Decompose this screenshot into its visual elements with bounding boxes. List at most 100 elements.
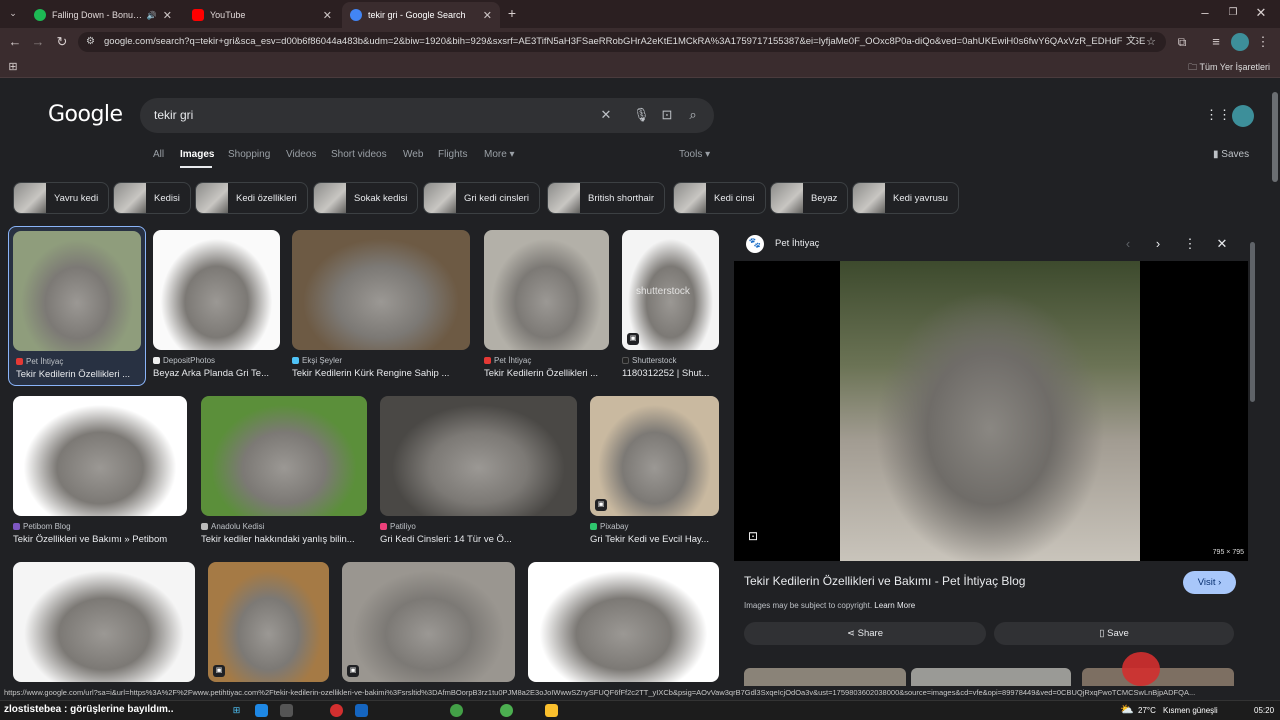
panel-source-name[interactable]: Pet İhtiyaç [775, 238, 819, 249]
tab-images[interactable]: Images [180, 149, 214, 160]
result-card[interactable] [13, 562, 195, 682]
minimize-icon[interactable]: – [1196, 4, 1214, 22]
related-image[interactable] [911, 668, 1071, 686]
opera-icon[interactable] [330, 704, 343, 717]
result-card[interactable]: ▣ Pixabay Gri Tekir Kedi ve Evcil Hay... [590, 396, 719, 546]
related-image[interactable] [744, 668, 906, 686]
close-icon[interactable]: ✕ [483, 9, 492, 22]
prev-icon[interactable]: ‹ [1120, 236, 1136, 252]
tab-all[interactable]: All [153, 149, 164, 160]
more-vert-icon[interactable]: ⋮ [1254, 33, 1272, 51]
search-icon[interactable]: ⌕ [685, 107, 701, 123]
chip-gri-kedi-cinsleri[interactable]: Gri kedi cinsleri [423, 182, 540, 214]
address-bar[interactable]: ⚙ google.com/search?q=tekir+gri&sca_esv=… [78, 32, 1166, 52]
site-info-icon[interactable]: ⚙ [86, 32, 95, 52]
tab-videos[interactable]: Videos [286, 149, 316, 160]
result-card[interactable]: Pet İhtiyaç Tekir Kedilerin Özellikleri … [8, 226, 146, 386]
panel-title[interactable]: Tekir Kedilerin Özellikleri ve Bakımı - … [744, 574, 1025, 588]
share-button[interactable]: ⋖ Share [744, 622, 986, 645]
chip-kedisi[interactable]: Kedisi [113, 182, 191, 214]
result-source: Pet İhtiyaç [16, 357, 63, 366]
new-tab-button[interactable]: + [503, 4, 521, 22]
favicon-icon [484, 357, 491, 364]
more-options-icon[interactable]: ⋮ [1182, 236, 1198, 252]
chip-yavru-kedi[interactable]: Yavru kedi [13, 182, 110, 214]
result-card[interactable]: Patiliyo Gri Kedi Cinsleri: 14 Tür ve Ö.… [380, 396, 577, 546]
chip-kedi-ozellikleri[interactable]: Kedi özellikleri [195, 182, 308, 214]
profile-avatar[interactable] [1231, 33, 1249, 51]
result-title: Gri Kedi Cinsleri: 14 Tür ve Ö... [380, 534, 512, 545]
result-card[interactable]: ▣ [342, 562, 515, 682]
apps-grid-icon[interactable]: ⊞ [4, 58, 22, 76]
visit-button[interactable]: Visit › [1183, 571, 1236, 594]
tab-search-icon[interactable]: ⌄ [4, 4, 22, 22]
tab-short-videos[interactable]: Short videos [331, 149, 387, 160]
chrome-icon[interactable] [450, 704, 463, 717]
chip-beyaz[interactable]: Beyaz [770, 182, 849, 214]
close-panel-icon[interactable]: ✕ [1214, 236, 1230, 252]
result-card[interactable]: Ekşi Şeyler Tekir Kedilerin Kürk Rengine… [292, 230, 470, 380]
maximize-icon[interactable]: ❐ [1224, 4, 1242, 22]
video-badge-icon: ▣ [213, 665, 225, 677]
tab-flights[interactable]: Flights [438, 149, 467, 160]
chip-kedi-cinsi[interactable]: Kedi cinsi [673, 182, 766, 214]
bookmark-star-icon[interactable]: ☆ [1146, 32, 1156, 52]
back-icon[interactable]: ← [6, 33, 24, 51]
result-card[interactable]: ▣ [208, 562, 329, 682]
result-source: Patiliyo [380, 522, 416, 531]
chrome-active-icon[interactable] [500, 704, 513, 717]
close-icon[interactable]: ✕ [163, 9, 172, 22]
tab-more[interactable]: More ▾ [484, 149, 515, 160]
result-card[interactable] [528, 562, 719, 682]
extensions-icon[interactable]: ⧉ [1173, 33, 1191, 51]
result-card[interactable]: Anadolu Kedisi Tekir kediler hakkındaki … [201, 396, 367, 546]
forward-icon[interactable]: → [29, 33, 47, 51]
image-preview-panel: 🐾 Pet İhtiyaç ‹ › ⋮ ✕ ⊡ 795 × 795 Tekir … [734, 228, 1255, 686]
next-icon[interactable]: › [1150, 236, 1166, 252]
tab-shopping[interactable]: Shopping [228, 149, 270, 160]
audio-icon[interactable]: 🔊 [147, 11, 157, 20]
clear-icon[interactable]: ✕ [598, 107, 614, 123]
translate-icon[interactable]: 文 [1122, 32, 1136, 52]
share-icon: ⋖ [847, 628, 858, 639]
close-icon[interactable]: ✕ [323, 9, 332, 22]
chip-british-shorthair[interactable]: British shorthair [547, 182, 665, 214]
app-icon[interactable] [355, 704, 368, 717]
reload-icon[interactable]: ↻ [53, 33, 71, 51]
chip-kedi-yavrusu[interactable]: Kedi yavrusu [852, 182, 959, 214]
account-avatar[interactable] [1232, 105, 1254, 127]
saves-button[interactable]: ▮ Saves [1213, 149, 1249, 160]
close-window-icon[interactable]: ✕ [1252, 4, 1270, 22]
clock[interactable]: 05:20 [1254, 706, 1274, 715]
tools-button[interactable]: Tools ▾ [679, 149, 710, 160]
weather-temp[interactable]: 27°C [1138, 706, 1156, 715]
edge-icon[interactable] [255, 704, 268, 717]
lens-search-icon[interactable]: ⊡ [659, 107, 675, 123]
result-card[interactable]: DepositPhotos Beyaz Arka Planda Gri Te..… [153, 230, 280, 380]
result-card[interactable]: Petibom Blog Tekir Özellikleri ve Bakımı… [13, 396, 187, 546]
chip-sokak-kedisi[interactable]: Sokak kedisi [313, 182, 419, 214]
store-icon[interactable] [280, 704, 293, 717]
tab-youtube[interactable]: YouTube ✕ [184, 2, 340, 28]
chip-thumbnail [424, 183, 456, 213]
google-apps-icon[interactable]: ⋮⋮ [1205, 107, 1231, 123]
result-card[interactable]: Pet İhtiyaç Tekir Kedilerin Özellikleri … [484, 230, 609, 380]
menu-icon[interactable]: ≡ [1207, 33, 1225, 51]
google-logo[interactable]: Google [48, 102, 123, 127]
preview-image-frame[interactable]: ⊡ 795 × 795 [734, 261, 1248, 561]
save-button[interactable]: ▯ Save [994, 622, 1234, 645]
voice-search-icon[interactable]: 🎙︎ [633, 107, 650, 123]
all-bookmarks[interactable]: 🗀 Tüm Yer İşaretleri [1188, 60, 1270, 76]
tab-google-search[interactable]: tekir gri - Google Search ✕ [342, 2, 500, 28]
learn-more-link[interactable]: Learn More [874, 601, 915, 610]
tab-web[interactable]: Web [403, 149, 423, 160]
start-icon[interactable]: ⊞ [230, 704, 243, 717]
page-scrollbar[interactable] [1272, 92, 1278, 182]
panel-scrollbar[interactable] [1250, 242, 1255, 402]
folder-icon[interactable] [545, 704, 558, 717]
source-name: Patiliyo [390, 522, 416, 531]
tab-falling-down[interactable]: Falling Down - Bonus Track 🔊 ✕ [26, 2, 180, 28]
lens-icon[interactable]: ⊡ [748, 529, 758, 543]
search-input[interactable]: tekir gri ✕ 🎙︎ ⊡ ⌕ [140, 98, 714, 133]
result-card[interactable]: shutterstock ▣ Shutterstock 1180312252 |… [622, 230, 719, 380]
